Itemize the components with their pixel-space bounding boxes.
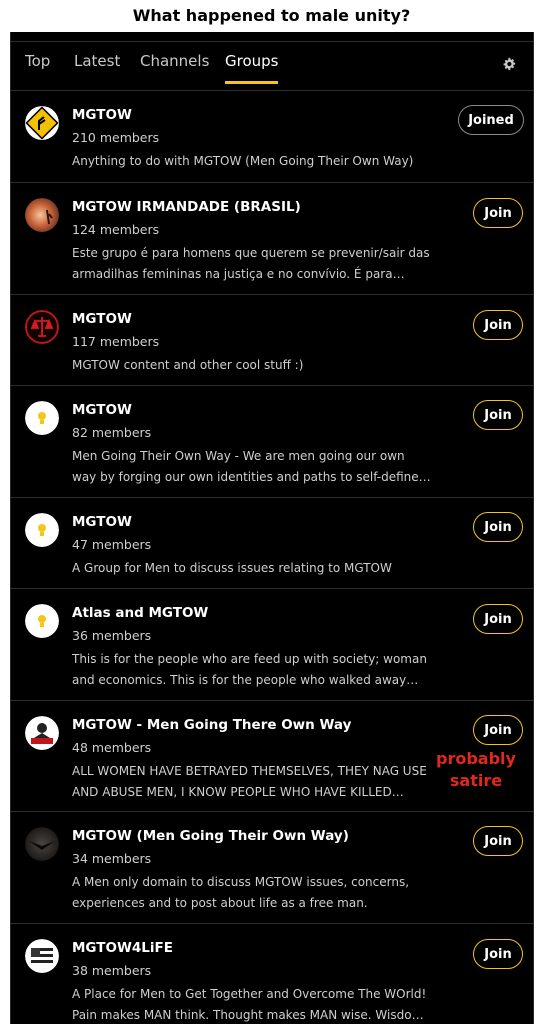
join-button[interactable]: Join bbox=[473, 826, 523, 856]
lightbulb-icon bbox=[25, 513, 59, 547]
flag-emblem-icon bbox=[25, 939, 59, 973]
sunset-photo-icon bbox=[25, 198, 59, 232]
tab-top[interactable]: Top bbox=[25, 52, 50, 70]
group-row[interactable]: MGTOW (Men Going Their Own Way) 34 membe… bbox=[11, 812, 533, 924]
member-count: 124 members bbox=[72, 222, 160, 237]
tab-bar: Top Latest Channels Groups bbox=[11, 41, 533, 91]
group-row[interactable]: MGTOW 47 members A Group for Men to disc… bbox=[11, 498, 533, 589]
join-button[interactable]: Join bbox=[473, 310, 523, 340]
group-name: MGTOW IRMANDADE (BRASIL) bbox=[72, 199, 301, 215]
join-button[interactable]: Join bbox=[473, 400, 523, 430]
yellow-sign-icon bbox=[25, 106, 59, 140]
group-description: A Group for Men to discuss issues relati… bbox=[72, 561, 392, 575]
member-count: 117 members bbox=[72, 334, 160, 349]
tab-channels[interactable]: Channels bbox=[140, 52, 209, 70]
member-count: 34 members bbox=[72, 851, 152, 866]
member-count: 48 members bbox=[72, 740, 152, 755]
gear-icon[interactable] bbox=[502, 57, 516, 71]
member-count: 47 members bbox=[72, 537, 152, 552]
dark-figure-icon bbox=[25, 827, 59, 861]
group-description: A Place for Men to Get Together and Over… bbox=[72, 987, 427, 1022]
app-window: Top Latest Channels Groups MGTOW 210 mem… bbox=[10, 32, 534, 1024]
tab-latest[interactable]: Latest bbox=[74, 52, 120, 70]
join-button[interactable]: Join bbox=[473, 198, 523, 228]
join-button[interactable]: Join bbox=[473, 512, 523, 542]
group-description: Este grupo é para homens que querem se p… bbox=[72, 246, 430, 281]
group-name: MGTOW - Men Going There Own Way bbox=[72, 717, 352, 733]
member-count: 210 members bbox=[72, 130, 160, 145]
group-description: ALL WOMEN HAVE BETRAYED THEMSELVES, THEY… bbox=[72, 764, 427, 799]
group-row[interactable]: Atlas and MGTOW 36 members This is for t… bbox=[11, 589, 533, 701]
member-count: 82 members bbox=[72, 425, 152, 440]
red-scales-icon bbox=[25, 310, 59, 344]
member-count: 36 members bbox=[72, 628, 152, 643]
group-name: MGTOW bbox=[72, 514, 132, 530]
mgtow-logo-icon bbox=[25, 716, 59, 750]
member-count: 38 members bbox=[72, 963, 152, 978]
group-description: A Men only domain to discuss MGTOW issue… bbox=[72, 875, 410, 910]
joined-button[interactable]: Joined bbox=[458, 105, 524, 135]
join-button[interactable]: Join bbox=[473, 939, 523, 969]
group-row[interactable]: MGTOW 82 members Men Going Their Own Way… bbox=[11, 386, 533, 498]
join-button[interactable]: Join bbox=[473, 715, 523, 745]
group-description: MGTOW content and other cool stuff :) bbox=[72, 358, 304, 372]
group-description: Men Going Their Own Way - We are men goi… bbox=[72, 449, 427, 484]
meme-caption: What happened to male unity? bbox=[0, 0, 543, 32]
group-name: MGTOW bbox=[72, 311, 132, 327]
group-row[interactable]: MGTOW 210 members Anything to do with MG… bbox=[11, 91, 533, 183]
group-name: MGTOW (Men Going Their Own Way) bbox=[72, 828, 349, 844]
group-row[interactable]: MGTOW IRMANDADE (BRASIL) 124 members Est… bbox=[11, 183, 533, 295]
join-button[interactable]: Join bbox=[473, 604, 523, 634]
group-name: MGTOW4LiFE bbox=[72, 940, 173, 956]
group-list: MGTOW 210 members Anything to do with MG… bbox=[11, 91, 533, 1024]
group-description: This is for the people who are feed up w… bbox=[72, 652, 427, 687]
group-row[interactable]: MGTOW 117 members MGTOW content and othe… bbox=[11, 295, 533, 386]
tab-groups[interactable]: Groups bbox=[225, 52, 279, 84]
group-description: Anything to do with MGTOW (Men Going The… bbox=[72, 154, 414, 168]
lightbulb-icon bbox=[25, 604, 59, 638]
lightbulb-icon bbox=[25, 401, 59, 435]
group-name: MGTOW bbox=[72, 107, 132, 123]
group-name: MGTOW bbox=[72, 402, 132, 418]
group-row[interactable]: MGTOW4LiFE 38 members A Place for Men to… bbox=[11, 924, 533, 1024]
group-name: Atlas and MGTOW bbox=[72, 605, 209, 621]
satire-annotation: probably satire bbox=[436, 749, 516, 790]
